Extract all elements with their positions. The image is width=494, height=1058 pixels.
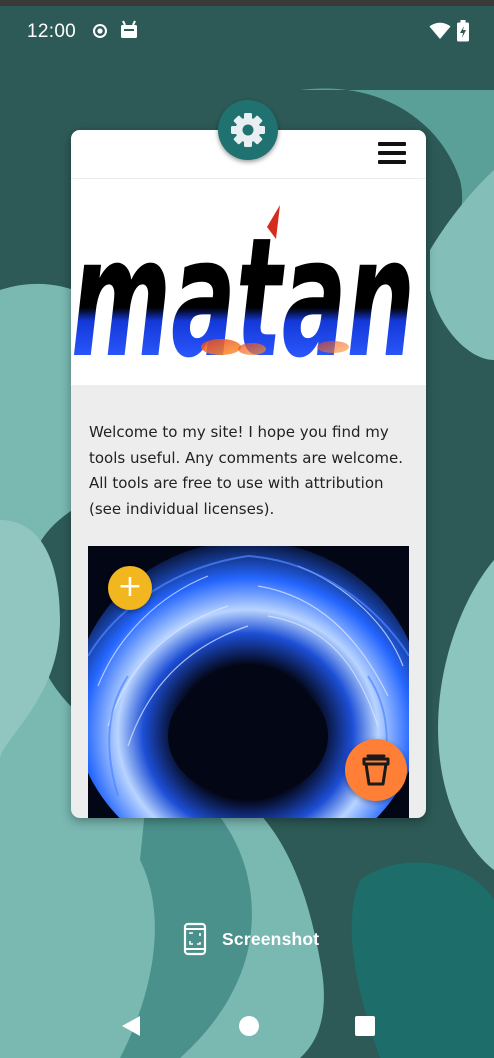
logo-text: matan	[71, 202, 415, 385]
coffee-cup-icon	[362, 754, 390, 786]
record-icon	[93, 24, 107, 38]
home-icon[interactable]	[237, 1014, 261, 1038]
wifi-icon	[429, 22, 451, 39]
android-debug-icon	[121, 20, 137, 38]
recent-app-card[interactable]: matan Welcome to my site! I hope you fin…	[71, 130, 426, 818]
screenshot-label: Screenshot	[222, 929, 320, 949]
screenshot-phone-icon	[183, 922, 207, 956]
intro-paragraph: Welcome to my site! I hope you find my t…	[89, 423, 404, 518]
back-icon[interactable]	[120, 1014, 142, 1038]
screenshot-button[interactable]: Screenshot	[183, 922, 333, 956]
hamburger-menu-icon[interactable]	[378, 142, 406, 166]
recents-icon[interactable]	[354, 1015, 376, 1037]
settings-app-icon[interactable]	[218, 100, 278, 160]
status-time: 12:00	[27, 21, 77, 42]
buy-me-coffee-button[interactable]	[345, 739, 407, 801]
navigation-bar	[0, 990, 494, 1058]
status-bar: 12:00	[0, 6, 494, 56]
settings-gear-icon	[231, 113, 265, 147]
add-button[interactable]: +	[108, 566, 152, 610]
hero-image: +	[88, 546, 409, 818]
battery-charging-icon	[457, 20, 469, 42]
site-logo: matan	[71, 179, 426, 385]
